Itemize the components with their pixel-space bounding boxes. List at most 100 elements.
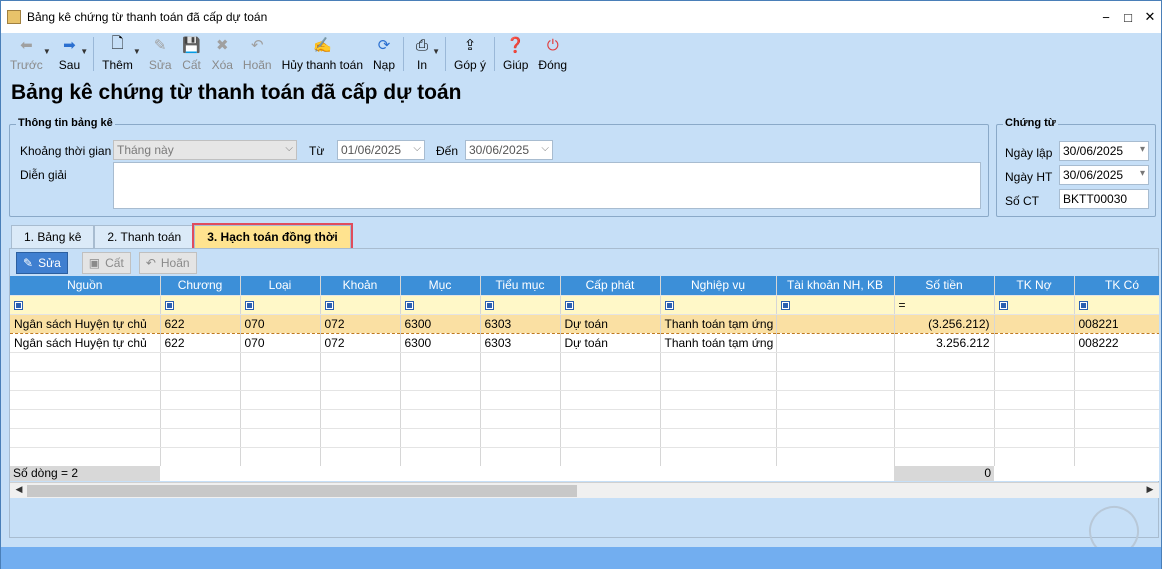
column-header[interactable]: TK Nợ: [994, 276, 1075, 296]
cell-operation[interactable]: Thanh toán tạm ứng: [660, 333, 777, 353]
table-row[interactable]: Ngân sách Huyện tự chủ 622 070 072 6300 …: [10, 333, 1159, 353]
cell-type[interactable]: 070: [240, 313, 321, 334]
column-header[interactable]: Tài khoản NH, KB: [776, 276, 895, 296]
filter-icon[interactable]: [324, 300, 334, 310]
created-date-field[interactable]: 30/06/2025 ▾: [1059, 141, 1149, 161]
grid-save-button[interactable]: ▣ Cất: [81, 252, 131, 274]
minimize-button[interactable]: −: [1095, 1, 1117, 33]
undo-button[interactable]: ↶ Hoãn: [238, 33, 277, 75]
cell-debit-account[interactable]: [994, 333, 1075, 353]
cell-source[interactable]: Ngân sách Huyện tự chủ: [10, 333, 161, 353]
dropdown-arrow-icon[interactable]: ▼: [80, 47, 88, 56]
cell-credit-account[interactable]: 008221: [1074, 313, 1159, 334]
filter-cell[interactable]: [776, 295, 895, 315]
help-button[interactable]: ❓ Giúp: [498, 33, 533, 75]
save-button[interactable]: 💾 Cất: [177, 33, 207, 75]
tab-bang-ke[interactable]: 1. Bảng kê: [11, 225, 95, 248]
column-header[interactable]: Nghiệp vụ: [660, 276, 777, 296]
dropdown-arrow-icon[interactable]: ▼: [432, 47, 440, 56]
accounting-grid[interactable]: Nguồn Chương Loại Khoản Mục Tiểu mục Cấp…: [10, 276, 1159, 479]
table-row[interactable]: Ngân sách Huyện tự chủ 622 070 072 6300 …: [10, 313, 1159, 334]
horizontal-scrollbar[interactable]: ◀ ▶: [10, 482, 1159, 498]
next-button[interactable]: ➡ Sau ▼: [54, 33, 88, 75]
column-header[interactable]: Chương: [160, 276, 241, 296]
empty-row[interactable]: [10, 352, 1159, 372]
empty-row[interactable]: [10, 390, 1159, 410]
cell-item[interactable]: 072: [320, 333, 401, 353]
cell-chapter[interactable]: 622: [160, 313, 241, 334]
close-form-button[interactable]: ⏻ Đóng: [533, 33, 572, 75]
reload-button[interactable]: ⟳ Nạp: [368, 33, 400, 75]
column-header[interactable]: Cấp phát: [560, 276, 661, 296]
column-header[interactable]: Tiểu mục: [480, 276, 561, 296]
column-header[interactable]: Số tiền: [894, 276, 995, 296]
from-date-field[interactable]: 01/06/2025 ⌵: [337, 140, 425, 160]
filter-cell[interactable]: [480, 295, 561, 315]
cell-source[interactable]: Ngân sách Huyện tự chủ: [10, 313, 161, 334]
voucher-number-field[interactable]: BKTT00030: [1059, 189, 1149, 209]
filter-icon[interactable]: [998, 300, 1008, 310]
cancel-payment-button[interactable]: ✍ Hủy thanh toán: [277, 33, 368, 75]
filter-icon[interactable]: [164, 300, 174, 310]
add-button[interactable]: 🗋 Thêm ▼: [97, 33, 141, 75]
empty-row[interactable]: [10, 447, 1159, 467]
filter-cell[interactable]: [994, 295, 1075, 315]
filter-icon[interactable]: [484, 300, 494, 310]
cell-credit-account[interactable]: 008222: [1074, 333, 1159, 353]
posted-date-field[interactable]: 30/06/2025 ▾: [1059, 165, 1149, 185]
filter-cell[interactable]: [320, 295, 401, 315]
description-field[interactable]: [113, 162, 981, 209]
filter-cell[interactable]: [1074, 295, 1159, 315]
period-select[interactable]: Tháng này ⌵: [113, 140, 297, 160]
tab-hach-toan-dong-thoi[interactable]: 3. Hạch toán đồng thời: [192, 223, 353, 250]
dropdown-arrow-icon[interactable]: ▼: [133, 47, 141, 56]
filter-icon[interactable]: [564, 300, 574, 310]
filter-icon[interactable]: [404, 300, 414, 310]
cell-type[interactable]: 070: [240, 333, 321, 353]
column-header[interactable]: Loại: [240, 276, 321, 296]
delete-button[interactable]: ✖ Xóa: [207, 33, 238, 75]
cell-operation[interactable]: Thanh toán tạm ứng: [660, 313, 777, 334]
column-header[interactable]: TK Có: [1074, 276, 1159, 296]
grid-undo-button[interactable]: ↶ Hoãn: [138, 252, 197, 274]
cell-allocation[interactable]: Dự toán: [560, 333, 661, 353]
cell-subsection[interactable]: 6303: [480, 313, 561, 334]
scroll-thumb[interactable]: [27, 485, 577, 497]
filter-cell[interactable]: [10, 295, 161, 315]
empty-row[interactable]: [10, 428, 1159, 448]
cell-subsection[interactable]: 6303: [480, 333, 561, 353]
cell-amount[interactable]: (3.256.212): [894, 313, 995, 334]
filter-cell[interactable]: [160, 295, 241, 315]
cell-allocation[interactable]: Dự toán: [560, 313, 661, 334]
column-header[interactable]: Nguồn: [10, 276, 161, 296]
grid-edit-button[interactable]: ✎ Sửa: [16, 252, 68, 274]
filter-cell[interactable]: [240, 295, 321, 315]
filter-icon[interactable]: [1078, 300, 1088, 310]
filter-cell[interactable]: [400, 295, 481, 315]
filter-icon[interactable]: [244, 300, 254, 310]
feedback-button[interactable]: ⇪ Góp ý: [449, 33, 491, 75]
to-date-field[interactable]: 30/06/2025 ⌵: [465, 140, 553, 160]
filter-cell[interactable]: =: [894, 295, 995, 315]
filter-cell[interactable]: [660, 295, 777, 315]
print-button[interactable]: ⎙ In ▼: [407, 33, 440, 75]
cell-amount[interactable]: 3.256.212: [894, 333, 995, 353]
empty-row[interactable]: [10, 371, 1159, 391]
cell-section[interactable]: 6300: [400, 313, 481, 334]
edit-button[interactable]: ✎ Sửa: [144, 33, 177, 75]
equals-filter-icon[interactable]: =: [899, 298, 906, 312]
empty-row[interactable]: [10, 409, 1159, 429]
cell-bank-account[interactable]: [776, 313, 895, 334]
scroll-left-icon[interactable]: ◀: [12, 484, 26, 498]
prev-button[interactable]: ⬅ Trước ▼: [5, 33, 51, 75]
filter-icon[interactable]: [780, 300, 790, 310]
cell-item[interactable]: 072: [320, 313, 401, 334]
filter-cell[interactable]: [560, 295, 661, 315]
maximize-button[interactable]: □: [1117, 1, 1139, 33]
close-button[interactable]: ✕: [1139, 1, 1161, 33]
filter-icon[interactable]: [664, 300, 674, 310]
filter-icon[interactable]: [14, 300, 23, 310]
cell-chapter[interactable]: 622: [160, 333, 241, 353]
dropdown-arrow-icon[interactable]: ▼: [43, 47, 51, 56]
column-header[interactable]: Khoản: [320, 276, 401, 296]
